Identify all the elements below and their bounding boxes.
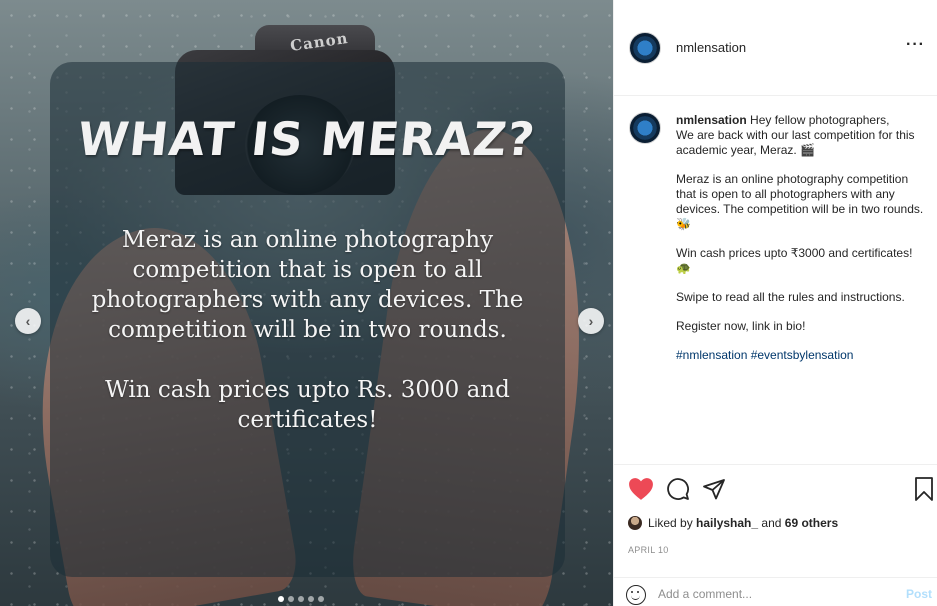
- post-date[interactable]: APRIL 10: [628, 545, 669, 555]
- next-slide-button[interactable]: ›: [578, 308, 604, 334]
- comment-icon[interactable]: [666, 477, 690, 501]
- carousel-dot: [288, 596, 294, 602]
- post-media[interactable]: Canon WHAT IS MERAZ? Meraz is an online …: [0, 0, 613, 606]
- avatar[interactable]: [629, 112, 661, 144]
- post-button[interactable]: Post: [906, 587, 932, 601]
- caption-paragraph: Register now, link in bio!: [676, 319, 806, 333]
- caption-paragraph: Win cash prices upto ₹3000 and certifica…: [676, 246, 913, 275]
- liker-avatar[interactable]: [628, 516, 642, 530]
- post-caption: nmlensation Hey fellow photographers, We…: [614, 96, 937, 464]
- media-body: Meraz is an online photography competiti…: [70, 225, 545, 435]
- liked-user[interactable]: hailyshah_: [696, 516, 758, 530]
- avatar[interactable]: [629, 32, 661, 64]
- carousel-dot: [308, 596, 314, 602]
- liked-by: Liked by hailyshah_ and 69 others: [628, 516, 838, 530]
- caption-first-line: nmlensation Hey fellow photographers,: [676, 113, 928, 128]
- carousel-dot: [298, 596, 304, 602]
- caption-line2: We are back with our last competition fo…: [676, 128, 915, 157]
- heart-icon[interactable]: [628, 477, 654, 501]
- previous-slide-button[interactable]: ‹: [15, 308, 41, 334]
- carousel-dot: [318, 596, 324, 602]
- post-header: nmlensation ···: [614, 0, 937, 96]
- bookmark-icon[interactable]: [914, 477, 934, 501]
- comment-row: Post: [614, 577, 937, 606]
- comment-input[interactable]: [658, 583, 878, 605]
- post-sidebar: nmlensation ··· nmlensation Hey fellow p…: [613, 0, 937, 606]
- caption-username[interactable]: nmlensation: [676, 113, 747, 127]
- header-username[interactable]: nmlensation: [676, 40, 746, 55]
- carousel-dots: [278, 596, 324, 602]
- liked-middle: and: [758, 516, 785, 530]
- caption-paragraph: Meraz is an online photography competiti…: [676, 172, 924, 231]
- post-actions: Liked by hailyshah_ and 69 others APRIL …: [614, 464, 937, 606]
- caption-hashtags[interactable]: #nmlensation #eventsbylensation: [676, 348, 928, 363]
- media-body-paragraph: Meraz is an online photography competiti…: [91, 227, 524, 343]
- action-icons: [628, 477, 726, 501]
- more-options-icon[interactable]: ···: [906, 36, 925, 54]
- liked-others[interactable]: 69 others: [785, 516, 838, 530]
- caption-text: nmlensation Hey fellow photographers, We…: [676, 113, 928, 363]
- media-body-paragraph: Win cash prices upto Rs. 3000 and certif…: [105, 377, 510, 433]
- caption-intro: Hey fellow photographers,: [746, 113, 890, 127]
- liked-prefix: Liked by: [648, 516, 697, 530]
- caption-paragraph: Swipe to read all the rules and instruct…: [676, 290, 905, 304]
- media-title: WHAT IS MERAZ?: [75, 112, 538, 166]
- carousel-dot: [278, 596, 284, 602]
- liked-by-text[interactable]: Liked by hailyshah_ and 69 others: [648, 516, 838, 530]
- share-icon[interactable]: [702, 477, 726, 501]
- emoji-icon[interactable]: [626, 585, 646, 605]
